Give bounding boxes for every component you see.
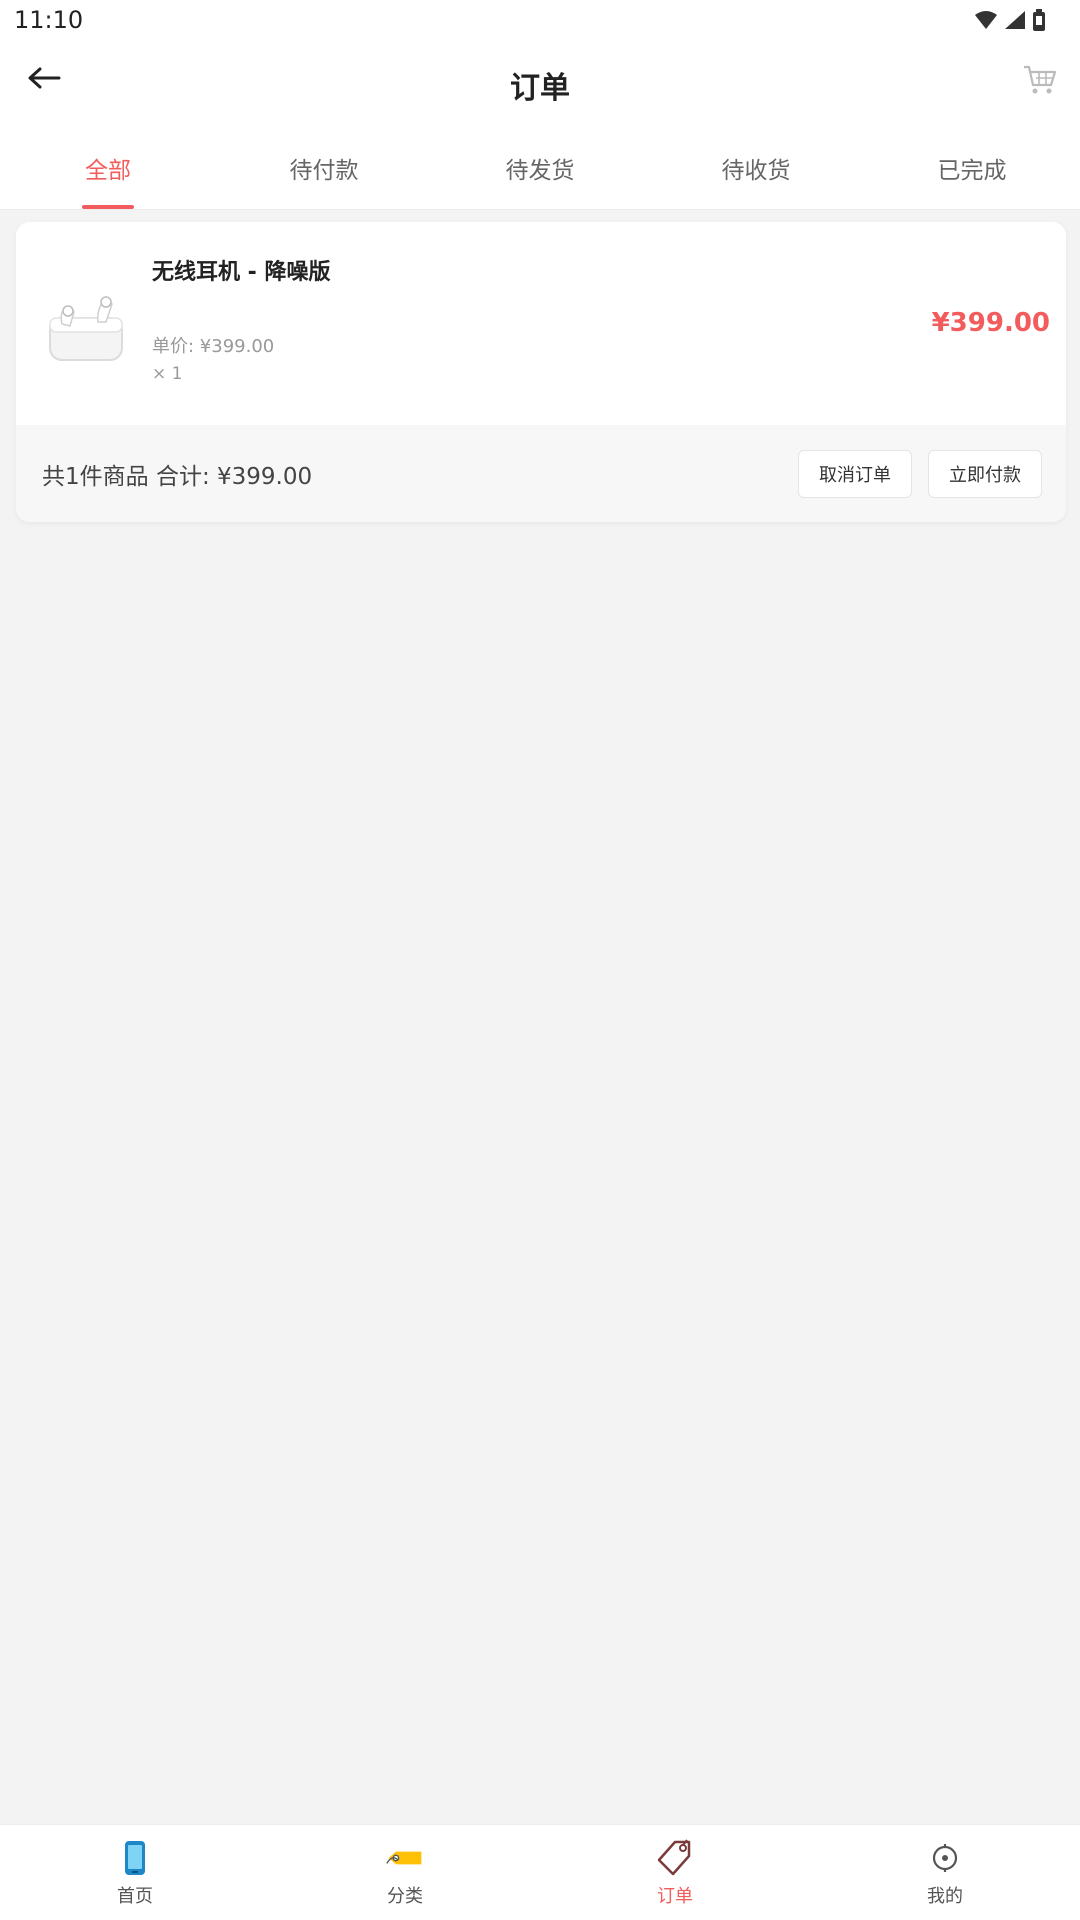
nav-item-orders[interactable]: 订单 [540, 1825, 810, 1920]
earbuds-image [49, 296, 123, 361]
nav-item-profile[interactable]: 我的 [810, 1825, 1080, 1920]
order-status-tabs: 全部 待付款 待发货 待收货 已完成 [0, 126, 1080, 210]
cart-button[interactable] [1018, 58, 1062, 102]
nav-label-orders: 订单 [657, 1885, 693, 1907]
back-arrow-icon [28, 67, 61, 89]
status-bar: 11:10 [0, 0, 1080, 40]
nav-item-category[interactable]: 分类 [270, 1825, 540, 1920]
tag-icon [385, 1838, 425, 1878]
order-item[interactable]: 无线耳机 - 降噪版 单价: ¥399.00 × 1 ¥399.00 [16, 222, 1066, 425]
tab-pending-payment[interactable]: 待付款 [216, 126, 432, 209]
nav-label-category: 分类 [387, 1885, 423, 1907]
item-total-price: ¥399.00 [931, 308, 1050, 338]
order-actions: 取消订单 立即付款 [798, 449, 1042, 498]
page-title: 订单 [510, 71, 570, 106]
battery-icon [1033, 9, 1045, 31]
tab-all[interactable]: 全部 [0, 126, 216, 209]
phone-icon [115, 1838, 155, 1878]
nav-item-home[interactable]: 首页 [0, 1825, 270, 1920]
cancel-order-button[interactable]: 取消订单 [798, 449, 912, 498]
signal-icon [1005, 11, 1025, 29]
tab-pending-shipment[interactable]: 待发货 [432, 126, 648, 209]
nav-label-profile: 我的 [927, 1885, 963, 1907]
profile-icon [925, 1838, 965, 1878]
status-time: 11:10 [14, 6, 84, 34]
tab-pending-receipt[interactable]: 待收货 [648, 126, 864, 209]
tab-completed[interactable]: 已完成 [864, 126, 1080, 209]
order-card[interactable]: 无线耳机 - 降噪版 单价: ¥399.00 × 1 ¥399.00 共1件商品… [16, 222, 1066, 522]
quantity: × 1 [152, 364, 183, 384]
product-name: 无线耳机 - 降噪版 [152, 260, 331, 285]
nav-label-home: 首页 [117, 1885, 153, 1907]
order-tag-icon [655, 1838, 695, 1878]
wifi-icon [975, 11, 997, 29]
order-total-summary: 共1件商品 合计: ¥399.00 [42, 463, 313, 490]
cart-icon [1024, 65, 1057, 94]
unit-price: 单价: ¥399.00 [152, 336, 275, 357]
back-button[interactable] [24, 58, 64, 98]
pay-now-button[interactable]: 立即付款 [928, 449, 1042, 498]
bottom-nav: 首页 分类 订单 我的 [0, 1824, 1080, 1920]
status-icons [974, 9, 1046, 31]
app-bar: 订单 [0, 40, 1080, 126]
order-summary: 共1件商品 合计: ¥399.00 取消订单 立即付款 [16, 425, 1066, 522]
